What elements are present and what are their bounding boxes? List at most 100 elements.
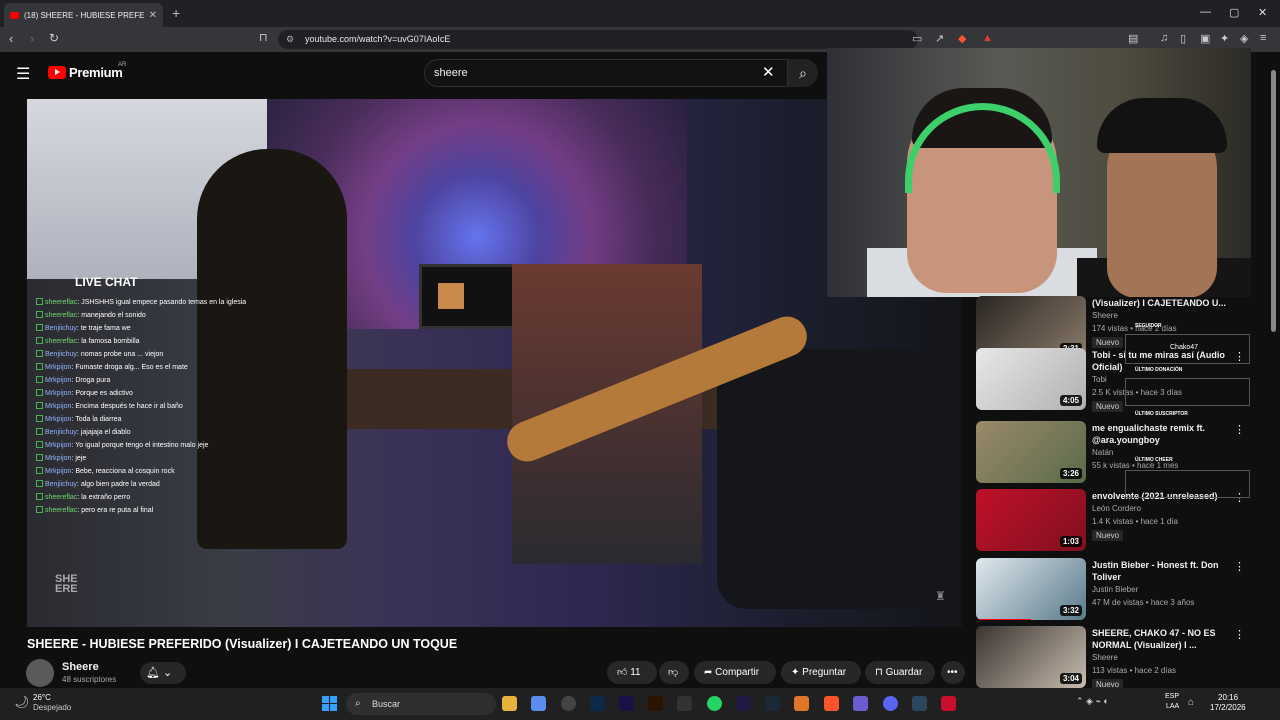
new-tab-button[interactable]: + bbox=[172, 5, 180, 21]
clear-search-icon[interactable]: ✕ bbox=[762, 63, 775, 81]
ai-icon[interactable]: ✦ bbox=[1220, 32, 1229, 45]
recommendation-channel[interactable]: Justin Bieber bbox=[1092, 585, 1138, 594]
music-icon[interactable]: ♫ bbox=[1160, 32, 1168, 44]
app-icon[interactable] bbox=[531, 696, 546, 711]
recommendation-channel[interactable]: León Cordero bbox=[1092, 504, 1141, 513]
brave-shield-icon[interactable]: ◆ bbox=[958, 32, 966, 45]
more-options-icon[interactable]: ⋮ bbox=[1234, 423, 1245, 436]
share-icon[interactable]: ↗ bbox=[935, 32, 944, 45]
game-icon[interactable] bbox=[794, 696, 809, 711]
back-arrow-icon[interactable]: ‹ bbox=[9, 31, 13, 46]
brave-icon[interactable] bbox=[824, 696, 839, 711]
network-icon[interactable]: ⌂ bbox=[1188, 697, 1194, 708]
checkbox-icon bbox=[36, 454, 43, 461]
photoshop-icon[interactable] bbox=[590, 696, 605, 711]
more-options-icon[interactable]: ⋮ bbox=[1234, 628, 1245, 641]
save-button[interactable]: ⊓ Guardar bbox=[865, 661, 935, 684]
youtube-logo-icon[interactable] bbox=[48, 66, 66, 79]
cast-icon[interactable]: ▭ bbox=[912, 32, 922, 45]
search-button[interactable]: ⌕ bbox=[788, 59, 818, 87]
capcut-icon[interactable] bbox=[677, 696, 692, 711]
more-options-icon[interactable]: ⋮ bbox=[1234, 560, 1245, 573]
clock-time[interactable]: 20:16 bbox=[1218, 693, 1238, 702]
vpn-icon[interactable]: ◈ bbox=[1240, 32, 1248, 45]
recommendation-item[interactable]: 1:03 envolvente (2021 unreleased) León Cor… bbox=[976, 489, 1261, 555]
recommendation-item[interactable]: 3:32 Justin Bieber - Honest ft. Don Toliv… bbox=[976, 558, 1261, 624]
app-icon-2[interactable] bbox=[853, 696, 868, 711]
avatar[interactable] bbox=[26, 659, 54, 687]
ask-label: Preguntar bbox=[802, 667, 847, 678]
recommendation-channel[interactable]: Natán bbox=[1092, 448, 1113, 457]
keyboard-layout-label[interactable]: LAA bbox=[1166, 703, 1179, 710]
recommendation-title[interactable]: SHEERE, CHAKO 47 - NO ES NORMAL (Visuali… bbox=[1092, 627, 1242, 651]
recommendation-meta: 1.4 K vistas • hace 1 día bbox=[1092, 517, 1178, 526]
taskbar-search[interactable]: ⌕ Buscar bbox=[346, 693, 496, 715]
file-explorer-icon[interactable] bbox=[502, 696, 517, 711]
rewards-icon[interactable]: ▲ bbox=[982, 32, 993, 44]
forward-arrow-icon[interactable]: › bbox=[30, 31, 34, 46]
share-button[interactable]: ➦ Compartir bbox=[694, 661, 776, 684]
windows-start-icon[interactable] bbox=[322, 696, 338, 712]
dislike-button[interactable]: 👎︎ bbox=[659, 661, 689, 684]
recommendation-channel[interactable]: Sheere bbox=[1092, 653, 1118, 662]
video-thumbnail[interactable]: 3:32 bbox=[976, 558, 1086, 620]
search-input[interactable]: sheere bbox=[424, 59, 788, 87]
sidebar-icon[interactable]: ▯ bbox=[1180, 32, 1186, 45]
weather-moon-icon[interactable]: 🌙︎ bbox=[14, 695, 29, 709]
language-label[interactable]: ESP bbox=[1165, 693, 1179, 700]
checkbox-icon bbox=[36, 467, 43, 474]
reader-icon[interactable]: ▤ bbox=[1128, 32, 1138, 45]
share-label: Compartir bbox=[715, 667, 760, 678]
hamburger-menu-icon[interactable]: ☰ bbox=[16, 64, 30, 84]
site-info-icon[interactable]: ⚙ bbox=[286, 30, 294, 49]
system-tray-icons[interactable]: ⌃ ◈ ⌁ ◐ bbox=[1076, 696, 1109, 707]
minimize-button[interactable]: — bbox=[1200, 6, 1211, 18]
recommendation-title[interactable]: (Visualizer) I CAJETEANDO U... bbox=[1092, 297, 1242, 309]
chat-user: Mrkpijon bbox=[45, 455, 72, 462]
recommendation-title[interactable]: me engualichaste remix ft. @ara.youngboy bbox=[1092, 422, 1242, 446]
premiere-icon[interactable] bbox=[619, 696, 634, 711]
address-bar[interactable]: ⚙ youtube.com/watch?v=uvG07IAoIcE bbox=[278, 30, 918, 49]
video-thumbnail[interactable]: 3:26 bbox=[976, 421, 1086, 483]
tab-close-icon[interactable]: ✕ bbox=[149, 10, 157, 21]
chat-user: Benjiichuy bbox=[45, 429, 77, 436]
discord-icon[interactable] bbox=[883, 696, 898, 711]
sidebar-scrollbar[interactable] bbox=[1271, 70, 1276, 332]
reload-icon[interactable]: ↻ bbox=[49, 31, 59, 45]
bookmark-icon[interactable]: ⊓ bbox=[259, 31, 268, 44]
tab-current[interactable]: (18) SHEERE - HUBIESE PREFERID ✕ bbox=[4, 3, 163, 27]
like-count: 11 bbox=[630, 667, 641, 678]
recommendation-item[interactable]: 3:04 SHEERE, CHAKO 47 - NO ES NORMAL (Vis… bbox=[976, 626, 1261, 692]
app-icon-3[interactable] bbox=[941, 696, 956, 711]
chat-text: pero era re puta al final bbox=[81, 507, 154, 514]
steam-icon[interactable] bbox=[765, 696, 780, 711]
whatsapp-icon[interactable] bbox=[707, 696, 722, 711]
after-effects-icon[interactable] bbox=[736, 696, 751, 711]
maximize-button[interactable]: ▢ bbox=[1229, 6, 1239, 19]
video-thumbnail[interactable]: 4:05 bbox=[976, 348, 1086, 410]
recommendation-title[interactable]: Justin Bieber - Honest ft. Don Toliver bbox=[1092, 559, 1242, 583]
ask-button[interactable]: ✦ Preguntar bbox=[781, 661, 861, 684]
chat-message: Mrkpijon: Toda la diarrea bbox=[36, 413, 246, 426]
chrome-icon[interactable] bbox=[561, 696, 576, 711]
video-thumbnail[interactable]: 1:03 bbox=[976, 489, 1086, 551]
recommendation-channel[interactable]: Sheere bbox=[1092, 311, 1118, 320]
clock-date[interactable]: 17/2/2026 bbox=[1210, 703, 1246, 712]
steam-icon-2[interactable] bbox=[912, 696, 927, 711]
like-button[interactable]: 👍︎ 11 bbox=[607, 661, 657, 684]
notification-bell-button[interactable]: 🔔︎ ⌄ bbox=[140, 662, 186, 684]
chat-message: Mrkpijon: Fumaste droga alg... Eso es el… bbox=[36, 361, 246, 374]
illustrator-icon[interactable] bbox=[648, 696, 663, 711]
video-thumbnail[interactable]: 3:04 bbox=[976, 626, 1086, 688]
chat-text: jajajaja el diablo bbox=[80, 429, 131, 436]
channel-name[interactable]: Sheere bbox=[62, 661, 99, 673]
close-window-button[interactable]: ✕ bbox=[1258, 6, 1267, 19]
premium-label[interactable]: Premium bbox=[69, 65, 123, 80]
video-player[interactable]: LIVE CHAT sheereflac: JSHSHHS igual empe… bbox=[27, 99, 962, 627]
menu-icon[interactable]: ≡ bbox=[1260, 32, 1266, 44]
recommendation-channel[interactable]: Tobi bbox=[1092, 375, 1107, 384]
checkbox-icon bbox=[36, 363, 43, 370]
more-actions-button[interactable]: ••• bbox=[941, 661, 965, 684]
wallet-icon[interactable]: ▣ bbox=[1200, 32, 1210, 45]
channel-watermark: SHE ERE bbox=[55, 573, 78, 595]
